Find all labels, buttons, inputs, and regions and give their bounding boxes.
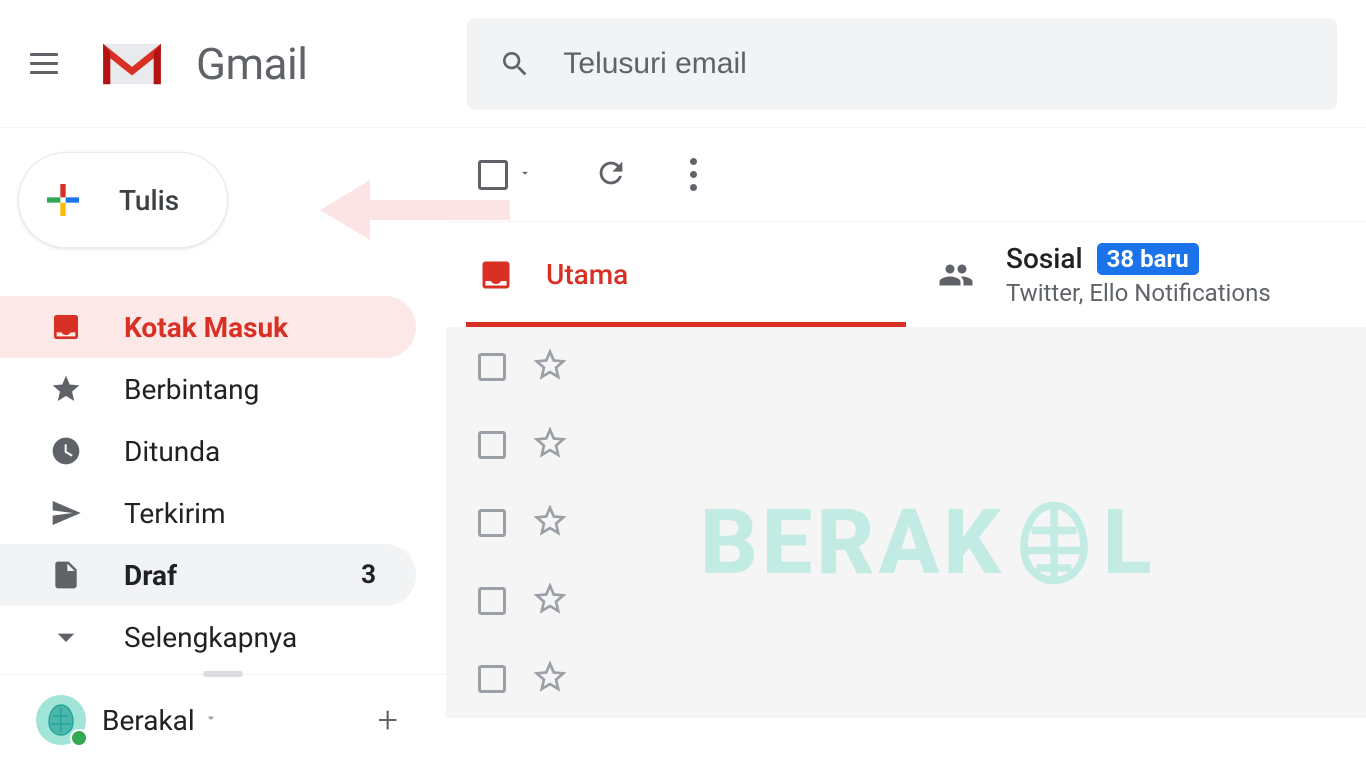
nav-label: Terkirim	[124, 497, 226, 530]
hangouts-area: Berakal +	[0, 674, 446, 745]
nav-label: Draf	[124, 559, 177, 592]
logo-area[interactable]: Gmail	[96, 38, 307, 90]
tab-label: Sosial	[1006, 242, 1083, 275]
category-tabs: Utama Sosial 38 baru Twitter, Ello Notif…	[446, 222, 1366, 328]
inbox-icon	[478, 257, 514, 293]
plus-icon	[39, 176, 87, 224]
search-input[interactable]	[563, 47, 1305, 81]
nav-label: Selengkapnya	[124, 621, 297, 654]
hangouts-name: Berakal	[102, 704, 195, 737]
nav-list: Kotak Masuk Berbintang Ditunda Terkirim	[0, 296, 446, 668]
email-row[interactable]	[446, 328, 1366, 406]
email-list	[446, 328, 1366, 718]
add-contact-button[interactable]: +	[378, 699, 398, 741]
star-button[interactable]	[534, 427, 566, 463]
presence-indicator	[70, 729, 88, 747]
tab-label: Utama	[546, 258, 628, 291]
sidebar-item-starred[interactable]: Berbintang	[0, 358, 416, 420]
app-name: Gmail	[196, 38, 307, 90]
email-row[interactable]	[446, 562, 1366, 640]
search-bar[interactable]	[467, 18, 1337, 110]
refresh-icon	[594, 156, 628, 190]
tab-social[interactable]: Sosial 38 baru Twitter, Ello Notificatio…	[906, 222, 1366, 327]
chevron-down-icon	[48, 619, 84, 655]
sidebar-item-snoozed[interactable]: Ditunda	[0, 420, 416, 482]
nav-label: Kotak Masuk	[124, 311, 288, 344]
gmail-logo-icon	[96, 38, 168, 90]
send-icon	[48, 495, 84, 531]
email-row[interactable]	[446, 484, 1366, 562]
avatar[interactable]	[36, 695, 86, 745]
drag-handle[interactable]	[203, 671, 243, 677]
dropdown-icon[interactable]	[203, 710, 219, 730]
compose-label: Tulis	[119, 184, 179, 217]
sidebar: Tulis Kotak Masuk Berbintang	[0, 128, 446, 768]
email-checkbox[interactable]	[478, 665, 506, 693]
email-checkbox[interactable]	[478, 587, 506, 615]
clock-icon	[48, 433, 84, 469]
nav-label: Berbintang	[124, 373, 259, 406]
nav-count: 3	[361, 560, 376, 590]
dropdown-arrow-icon	[518, 165, 532, 184]
star-button[interactable]	[534, 505, 566, 541]
more-vert-icon	[690, 158, 697, 191]
tab-subtitle: Twitter, Ello Notifications	[1006, 279, 1271, 307]
file-icon	[48, 557, 84, 593]
nav-label: Ditunda	[124, 435, 220, 468]
sidebar-item-sent[interactable]: Terkirim	[0, 482, 416, 544]
checkbox-icon	[478, 160, 508, 190]
hamburger-icon	[30, 53, 58, 74]
star-button[interactable]	[534, 583, 566, 619]
star-button[interactable]	[534, 661, 566, 697]
search-icon	[499, 48, 531, 80]
sidebar-item-inbox[interactable]: Kotak Masuk	[0, 296, 416, 358]
new-badge: 38 baru	[1097, 243, 1199, 275]
email-checkbox[interactable]	[478, 353, 506, 381]
refresh-button[interactable]	[594, 156, 628, 194]
header: Gmail	[0, 0, 1366, 128]
star-button[interactable]	[534, 349, 566, 385]
tab-primary[interactable]: Utama	[446, 222, 906, 327]
people-icon	[938, 257, 974, 293]
main-menu-button[interactable]	[20, 40, 68, 88]
star-icon	[48, 371, 84, 407]
compose-button[interactable]: Tulis	[18, 152, 228, 248]
inbox-icon	[48, 309, 84, 345]
email-checkbox[interactable]	[478, 431, 506, 459]
sidebar-item-drafts[interactable]: Draf 3	[0, 544, 416, 606]
email-checkbox[interactable]	[478, 509, 506, 537]
email-row[interactable]	[446, 640, 1366, 718]
main-content: Utama Sosial 38 baru Twitter, Ello Notif…	[446, 128, 1366, 768]
email-row[interactable]	[446, 406, 1366, 484]
select-all-checkbox[interactable]	[478, 160, 532, 190]
more-button[interactable]	[690, 158, 697, 191]
toolbar	[446, 128, 1366, 222]
sidebar-item-more[interactable]: Selengkapnya	[0, 606, 416, 668]
